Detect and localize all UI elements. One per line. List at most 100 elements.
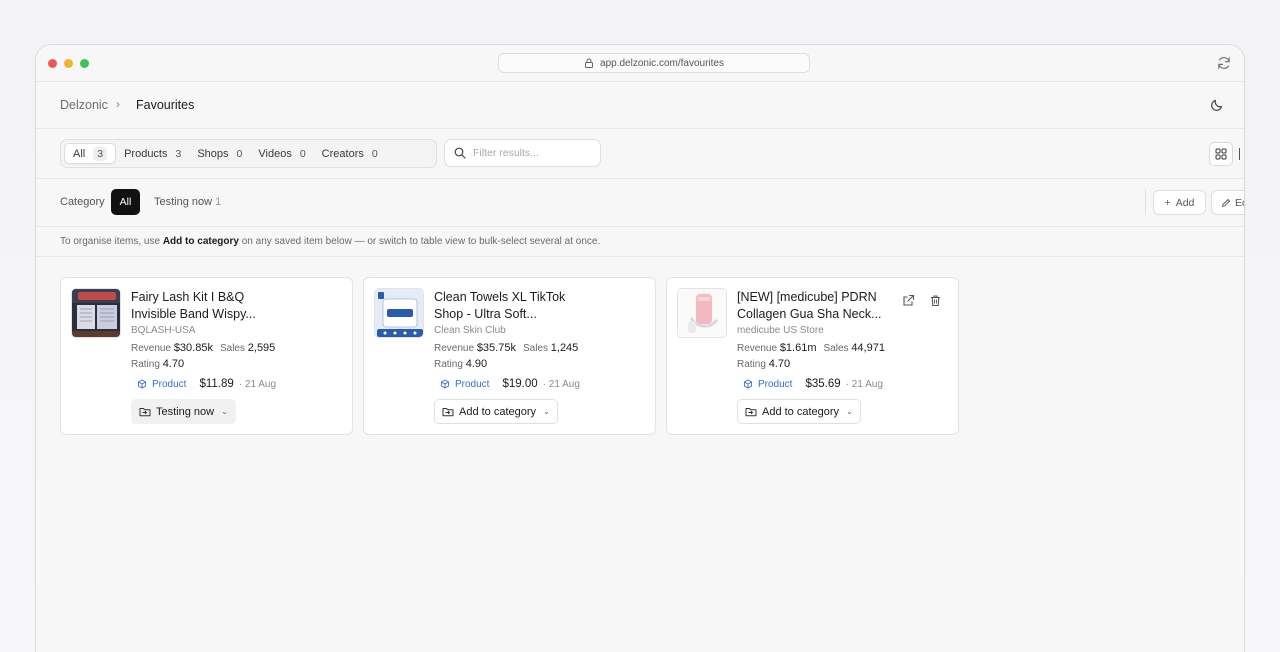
card-shop: BQLASH-USA [131,325,196,336]
saved-date: · 21 Aug [542,378,580,390]
category-dropdown[interactable]: Add to category ⌄ [434,399,558,424]
tab-count: 3 [175,147,182,160]
rating-value: 4.90 [465,358,488,370]
revenue-value: $35.75k [476,342,516,354]
category-dropdown[interactable]: Testing now ⌄ [131,399,236,424]
revenue-value: $1.61m [779,342,817,354]
tabs-toolbar: All 3 Products 3 Shops 0 Videos 0 Creators 0 [36,129,1244,179]
type-badge: Product [758,378,793,390]
address-bar[interactable]: app.delzonic.com/favourites [498,53,810,73]
grid-view-button[interactable] [1209,142,1233,166]
add-category-button[interactable]: + Add [1153,190,1206,215]
card-title[interactable]: Clean Towels XL TikTok Shop - Ultra Soft… [434,289,594,323]
pencil-icon [1222,198,1230,207]
external-link-icon[interactable] [902,294,915,307]
card-title[interactable]: Fairy Lash Kit I B&Q Invisible Band Wisp… [131,289,291,323]
grid-icon [1215,148,1227,160]
tab-creators[interactable]: Creators 0 [314,143,386,164]
hint-text: To organise items, use Add to category o… [60,236,600,247]
category-all-button[interactable]: All [111,189,140,215]
tab-label: Shops [197,147,229,160]
revenue-label: Revenue [434,343,475,354]
refresh-icon[interactable] [1216,55,1232,71]
tab-count: 0 [371,147,378,160]
category-count: 1 [215,196,222,208]
category-name: Testing now [154,196,213,208]
type-badge: Product [152,378,187,390]
search-icon [454,147,466,159]
edit-category-button[interactable]: Edit [1211,190,1244,215]
rating-value: 4.70 [162,358,185,370]
page-title: Favourites [136,98,195,112]
card-stats: Revenue $1.61m Sales 44,971 [737,342,892,354]
hint-emphasis: Add to category [162,236,239,247]
saved-date: · 21 Aug [845,378,883,390]
tab-videos[interactable]: Videos 0 [250,143,313,164]
category-dropdown[interactable]: Add to category ⌄ [737,399,861,424]
folder-icon [442,408,454,417]
minimize-window-button[interactable] [64,59,73,68]
rating-value: 4.70 [768,358,791,370]
card-title[interactable]: [NEW] [medicube] PDRN Collagen Gua Sha N… [737,289,897,323]
tab-count: 0 [236,147,243,160]
tab-shops[interactable]: Shops 0 [189,143,250,164]
product-thumbnail[interactable] [677,288,727,338]
price: $35.69 [805,378,841,390]
chevron-down-icon: ⌄ [221,407,228,416]
card-meta: Product $11.89 · 21 Aug [137,378,276,390]
product-thumbnail[interactable] [71,288,121,338]
browser-titlebar: app.delzonic.com/favourites [36,45,1244,82]
category-label: Category [60,196,105,208]
card-shop: medicube US Store [737,325,824,336]
card-meta: Product $35.69 · 21 Aug [743,378,883,390]
browser-window: app.delzonic.com/favourites Delzonic › F… [35,44,1245,652]
category-dropdown-label: Add to category [762,405,840,418]
plus-icon: + [1164,196,1171,209]
moon-icon[interactable] [1210,98,1224,112]
tab-label: Videos [258,147,292,160]
maximize-window-button[interactable] [80,59,89,68]
category-testing-now[interactable]: Testing now 1 [154,196,221,208]
product-image [375,289,423,337]
sales-label: Sales [522,343,548,354]
hint-bar: To organise items, use Add to category o… [36,227,1244,257]
product-image [678,289,726,337]
card-stats: Revenue $35.75k Sales 1,245 [434,342,585,354]
favourite-card[interactable]: Fairy Lash Kit I B&Q Invisible Band Wisp… [60,277,353,435]
add-label: Add [1175,196,1195,209]
filter-input[interactable] [473,147,591,159]
address-url: app.delzonic.com/favourites [600,57,724,69]
tab-count: 3 [93,146,108,161]
sales-label: Sales [823,343,849,354]
price: $19.00 [502,378,538,390]
category-dropdown-label: Add to category [459,405,537,418]
trash-icon[interactable] [929,294,942,307]
sales-value: 2,595 [247,342,276,354]
close-window-button[interactable] [48,59,57,68]
divider [1145,189,1146,215]
hint-prefix: To organise items, use [60,236,163,247]
product-image [72,289,120,337]
breadcrumb-root-link[interactable]: Delzonic [60,98,108,112]
cube-icon [743,379,753,389]
type-tabs: All 3 Products 3 Shops 0 Videos 0 Creators 0 [60,139,437,168]
cube-icon [137,379,147,389]
folder-icon [745,408,757,417]
product-thumbnail[interactable] [374,288,424,338]
tab-all[interactable]: All 3 [64,143,117,164]
lock-icon [585,58,594,68]
sales-label: Sales [219,343,245,354]
card-stats: Revenue $30.85k Sales 2,595 [131,342,282,354]
edit-label: Edit [1235,196,1244,209]
card-rating: Rating 4.90 [434,358,487,370]
revenue-value: $30.85k [173,342,213,354]
chevron-right-icon: › [116,97,120,111]
favourite-card[interactable]: [NEW] [medicube] PDRN Collagen Gua Sha N… [666,277,959,435]
rating-label: Rating [434,359,463,370]
category-dropdown-label: Testing now [156,405,215,418]
tab-products[interactable]: Products 3 [116,143,189,164]
price: $11.89 [199,378,234,390]
sales-value: 44,971 [851,342,885,354]
table-view-button[interactable] [1239,148,1244,160]
favourite-card[interactable]: Clean Towels XL TikTok Shop - Ultra Soft… [363,277,656,435]
